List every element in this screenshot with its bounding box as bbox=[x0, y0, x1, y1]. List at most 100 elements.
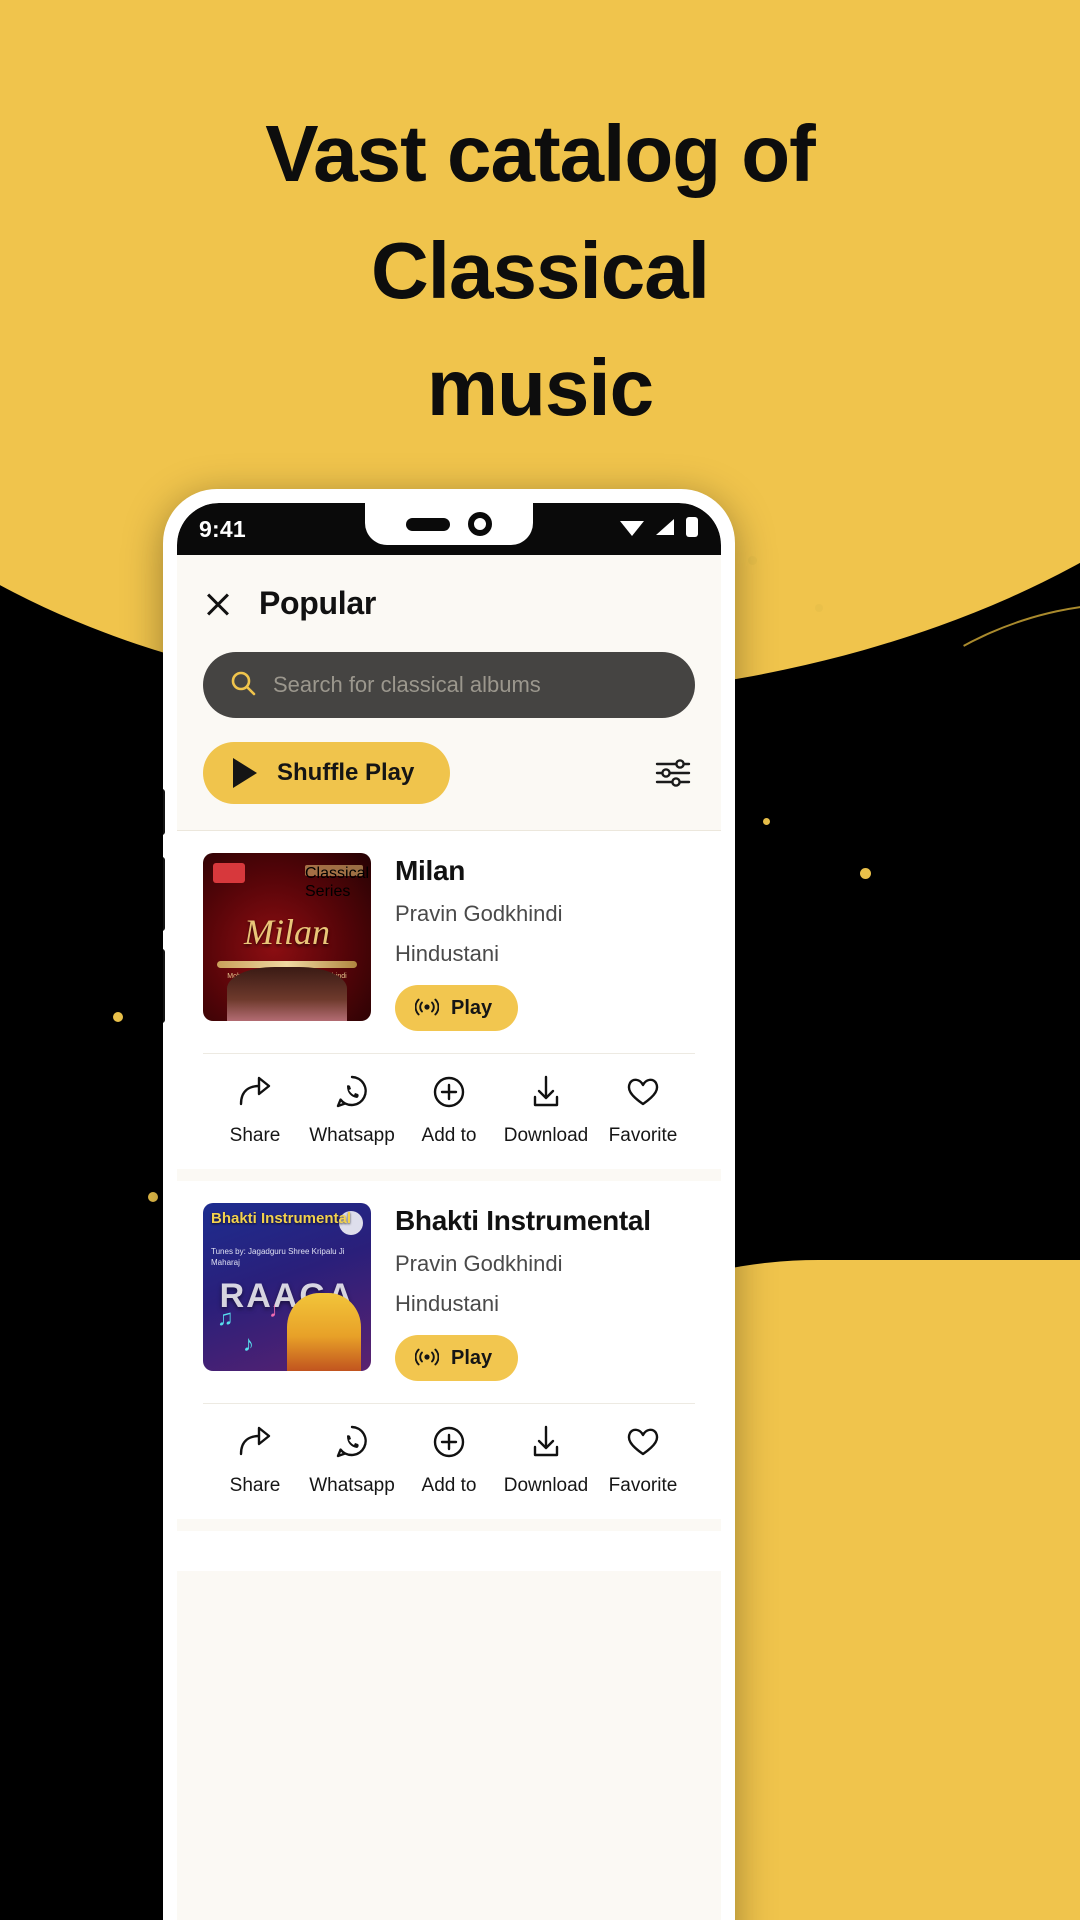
album-artist: Pravin Godkhindi bbox=[395, 1251, 563, 1276]
sliders-icon[interactable] bbox=[651, 754, 695, 792]
decorative-dot bbox=[763, 818, 770, 825]
phone-volume-up-button bbox=[163, 857, 165, 931]
album-genre: Hindustani bbox=[395, 1291, 499, 1316]
play-button-label: Play bbox=[451, 996, 493, 1019]
share-action-label: Share bbox=[229, 1125, 281, 1146]
phone-notch bbox=[365, 503, 533, 545]
favorite-action-label: Favorite bbox=[608, 1125, 678, 1146]
play-button[interactable]: Play bbox=[395, 985, 519, 1031]
earpiece-speaker bbox=[406, 517, 450, 531]
play-triangle-icon bbox=[233, 758, 257, 788]
album-action-row: Share Whatsapp Add to Download Favorite bbox=[203, 1053, 695, 1169]
artwork-person-graphic bbox=[287, 1293, 361, 1371]
add-to-action-label: Add to bbox=[421, 1125, 477, 1146]
promo-headline: Vast catalog of Classical music bbox=[0, 96, 1080, 446]
share-arrow-icon bbox=[236, 1424, 274, 1465]
search-input[interactable] bbox=[273, 672, 669, 698]
decorative-dot bbox=[148, 1192, 158, 1202]
artwork-series-badge: Classical Series bbox=[305, 865, 370, 900]
broadcast-play-icon bbox=[414, 997, 440, 1020]
decorative-dot bbox=[815, 604, 823, 612]
decorative-dot bbox=[748, 556, 757, 565]
phone-mute-button bbox=[163, 789, 165, 835]
artwork-music-note: ♪ bbox=[243, 1331, 254, 1356]
whatsapp-action-label: Whatsapp bbox=[309, 1125, 395, 1146]
headline-line-2: Classical bbox=[371, 225, 710, 315]
album-artist: Pravin Godkhindi bbox=[395, 901, 563, 926]
broadcast-play-icon bbox=[414, 1347, 440, 1370]
artwork-people-graphic bbox=[227, 967, 347, 1021]
heart-icon bbox=[624, 1074, 662, 1115]
add-to-action-label: Add to bbox=[421, 1475, 477, 1496]
favorite-action[interactable]: Favorite bbox=[595, 1074, 691, 1147]
wifi-icon bbox=[619, 517, 645, 542]
album-title: Milan bbox=[395, 855, 466, 886]
artwork-title-text: Bhakti Instrumental bbox=[211, 1210, 352, 1227]
status-bar-icons bbox=[619, 516, 699, 543]
album-title: Bhakti Instrumental bbox=[395, 1205, 651, 1236]
album-artwork: Bhakti Instrumental Tunes by: Jagadguru … bbox=[203, 1203, 371, 1371]
share-action[interactable]: Share bbox=[207, 1074, 303, 1147]
signal-icon bbox=[654, 517, 676, 542]
album-details: Bhakti Instrumental Pravin Godkhindi Hin… bbox=[395, 1203, 695, 1381]
headline-line-1: Vast catalog of bbox=[265, 109, 816, 198]
download-icon bbox=[527, 1424, 565, 1465]
search-section bbox=[177, 640, 721, 718]
artwork-credit-text: Tunes by: Jagadguru Shree Kripalu Ji Mah… bbox=[211, 1247, 345, 1267]
album-list: Classical Series Milan Mohan M. Nagaraj … bbox=[177, 831, 721, 1571]
headline-line-3: music bbox=[426, 342, 654, 432]
decorative-dot bbox=[113, 1012, 123, 1022]
album-details: Milan Pravin Godkhindi Hindustani Play bbox=[395, 853, 695, 1031]
share-action[interactable]: Share bbox=[207, 1424, 303, 1497]
download-action-label: Download bbox=[503, 1125, 589, 1146]
app-header: Popular bbox=[177, 555, 721, 640]
promo-screenshot: Vast catalog of Classical music 9:41 Pop… bbox=[0, 0, 1080, 1920]
download-action[interactable]: Download bbox=[498, 1424, 594, 1497]
favorite-action[interactable]: Favorite bbox=[595, 1424, 691, 1497]
download-icon bbox=[527, 1074, 565, 1115]
album-summary: Classical Series Milan Mohan M. Nagaraj … bbox=[203, 853, 695, 1031]
album-action-row: Share Whatsapp Add to Download Favorite bbox=[203, 1403, 695, 1519]
whatsapp-icon bbox=[333, 1424, 371, 1465]
share-arrow-icon bbox=[236, 1074, 274, 1115]
add-to-action[interactable]: Add to bbox=[401, 1074, 497, 1147]
download-action-label: Download bbox=[503, 1475, 589, 1496]
page-title: Popular bbox=[259, 585, 377, 621]
shuffle-play-button[interactable]: Shuffle Play bbox=[203, 742, 451, 804]
toolbar-row: Shuffle Play bbox=[177, 718, 721, 831]
whatsapp-action-label: Whatsapp bbox=[309, 1475, 395, 1496]
artwork-title-text: Milan bbox=[244, 912, 330, 952]
close-icon[interactable] bbox=[203, 589, 233, 619]
search-bar[interactable] bbox=[203, 652, 695, 718]
download-action[interactable]: Download bbox=[498, 1074, 594, 1147]
shuffle-play-label: Shuffle Play bbox=[277, 759, 415, 786]
whatsapp-action[interactable]: Whatsapp bbox=[304, 1074, 400, 1147]
share-action-label: Share bbox=[229, 1475, 281, 1496]
phone-mockup: 9:41 Popular Search for classical albums… bbox=[163, 489, 735, 1920]
play-button-label: Play bbox=[451, 1346, 493, 1369]
album-card-partial[interactable] bbox=[177, 1531, 721, 1571]
favorite-action-label: Favorite bbox=[608, 1475, 678, 1496]
battery-icon bbox=[685, 516, 699, 543]
search-icon bbox=[229, 669, 257, 702]
phone-screen: 9:41 Popular Search for classical albums… bbox=[177, 503, 721, 1920]
status-bar: 9:41 bbox=[177, 503, 721, 555]
album-card[interactable]: Classical Series Milan Mohan M. Nagaraj … bbox=[177, 831, 721, 1169]
decorative-dot bbox=[860, 868, 871, 879]
album-card[interactable]: Bhakti Instrumental Tunes by: Jagadguru … bbox=[177, 1181, 721, 1519]
album-summary: Bhakti Instrumental Tunes by: Jagadguru … bbox=[203, 1203, 695, 1381]
artwork-music-note: ♫ bbox=[217, 1305, 234, 1330]
plus-circle-icon bbox=[430, 1424, 468, 1465]
add-to-action[interactable]: Add to bbox=[401, 1424, 497, 1497]
artwork-label-badge bbox=[213, 863, 245, 883]
album-genre: Hindustani bbox=[395, 941, 499, 966]
heart-icon bbox=[624, 1424, 662, 1465]
status-bar-time: 9:41 bbox=[199, 515, 246, 542]
play-button[interactable]: Play bbox=[395, 1335, 519, 1381]
phone-volume-down-button bbox=[163, 949, 165, 1023]
plus-circle-icon bbox=[430, 1074, 468, 1115]
album-artwork: Classical Series Milan Mohan M. Nagaraj … bbox=[203, 853, 371, 1021]
whatsapp-icon bbox=[333, 1074, 371, 1115]
front-camera-icon bbox=[468, 512, 492, 536]
whatsapp-action[interactable]: Whatsapp bbox=[304, 1424, 400, 1497]
